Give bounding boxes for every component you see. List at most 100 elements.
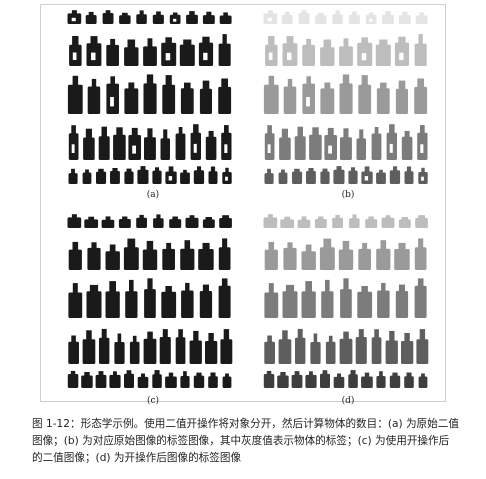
object-silhouette: [339, 331, 353, 364]
object-silhouette: [377, 282, 390, 318]
object-silhouette: [143, 38, 157, 66]
object-silhouette: [283, 242, 297, 270]
object-silhouette: [208, 166, 218, 184]
object-silhouette: [371, 127, 382, 160]
object-silhouette: [222, 167, 232, 184]
object-silhouette: [357, 37, 373, 66]
object-silhouette: [165, 166, 177, 184]
object-silhouette: [294, 126, 306, 160]
object-silhouette: [264, 283, 279, 318]
object-silhouette: [128, 127, 141, 160]
object-silhouette: [67, 214, 82, 228]
object-silhouette: [105, 244, 120, 270]
object-silhouette: [180, 169, 190, 184]
object-silhouette: [87, 242, 101, 270]
object-silhouette: [202, 11, 215, 24]
object-silhouette: [279, 128, 291, 160]
object-silhouette: [376, 82, 390, 114]
object-silhouette: [361, 166, 373, 184]
figure-caption: 图 1-12：形态学示例。使用二值开操作将对象分开，然后计算物体的数目：(a) …: [32, 416, 480, 467]
panel-b-label: (b): [341, 190, 355, 200]
object-silhouette: [124, 82, 139, 114]
object-silhouette: [165, 372, 177, 388]
object-silhouette: [68, 241, 82, 270]
object-silhouette: [124, 168, 134, 184]
object-silhouette: [389, 372, 401, 388]
object-silhouette: [218, 34, 231, 66]
object-silhouette: [205, 130, 217, 160]
object-silhouette: [333, 166, 345, 184]
object-silhouette: [143, 331, 157, 364]
object-silhouette: [82, 330, 96, 364]
object-silhouette: [180, 371, 190, 388]
object-silhouette: [277, 372, 289, 388]
object-silhouette: [371, 329, 382, 364]
object-silhouette: [68, 283, 83, 318]
object-silhouette: [175, 329, 186, 364]
object-silhouette: [222, 373, 232, 388]
object-silhouette: [325, 335, 336, 364]
object-silhouette: [263, 370, 275, 388]
object-silhouette: [395, 284, 409, 318]
object-silhouette: [152, 11, 164, 24]
object-silhouette: [309, 127, 322, 160]
object-silhouette: [96, 168, 107, 184]
object-silhouette: [186, 11, 198, 24]
object-silhouette: [264, 335, 275, 364]
object-silhouette: [278, 169, 288, 184]
panel-a-label: (a): [146, 190, 160, 200]
object-silhouette: [320, 168, 330, 184]
object-silhouette: [281, 11, 293, 24]
caption-line-3: 的二值图像；(d) 为开操作后图像的标签图像: [32, 452, 242, 464]
panel-d-image: [262, 212, 430, 388]
panel-c-image: [66, 212, 234, 388]
object-silhouette: [340, 128, 352, 160]
object-silhouette: [161, 37, 177, 66]
object-silhouette: [301, 281, 316, 318]
object-silhouette: [68, 125, 79, 160]
object-silhouette: [355, 329, 367, 364]
object-silhouette: [283, 78, 297, 114]
object-silhouette: [193, 166, 205, 184]
object-silhouette: [67, 75, 83, 114]
object-silhouette: [280, 216, 295, 228]
object-silhouette: [180, 82, 194, 114]
object-silhouette: [161, 286, 177, 318]
object-silhouette: [144, 128, 156, 160]
object-silhouette: [302, 76, 315, 114]
object-silhouette: [386, 124, 397, 160]
object-silhouette: [338, 240, 354, 270]
object-silhouette: [82, 169, 92, 184]
object-silhouette: [264, 125, 275, 160]
object-silhouette: [414, 238, 427, 270]
object-silhouette: [137, 166, 149, 184]
object-silhouette: [339, 74, 353, 114]
object-silhouette: [102, 10, 114, 24]
object-silhouette: [218, 278, 231, 318]
object-silhouette: [81, 372, 93, 388]
object-silhouette: [264, 168, 274, 184]
object-silhouette: [185, 215, 199, 228]
object-silhouette: [348, 370, 358, 388]
object-silhouette: [348, 11, 360, 24]
object-silhouette: [142, 240, 158, 270]
object-silhouette: [340, 278, 352, 318]
object-silhouette: [175, 127, 186, 160]
object-silhouette: [320, 39, 335, 66]
object-silhouette: [95, 371, 107, 388]
object-silhouette: [310, 333, 321, 364]
object-silhouette: [152, 167, 162, 184]
object-silhouette: [291, 371, 303, 388]
object-silhouette: [401, 130, 413, 160]
object-silhouette: [302, 38, 315, 66]
object-silhouette: [125, 279, 138, 318]
object-silhouette: [160, 129, 170, 160]
object-silhouette: [199, 80, 212, 114]
object-silhouette: [295, 328, 306, 364]
object-silhouette: [162, 242, 175, 270]
object-silhouette: [85, 11, 97, 24]
object-silhouette: [321, 279, 334, 318]
object-silhouette: [86, 36, 102, 66]
object-silhouette: [394, 242, 410, 270]
object-silhouette: [263, 214, 278, 228]
